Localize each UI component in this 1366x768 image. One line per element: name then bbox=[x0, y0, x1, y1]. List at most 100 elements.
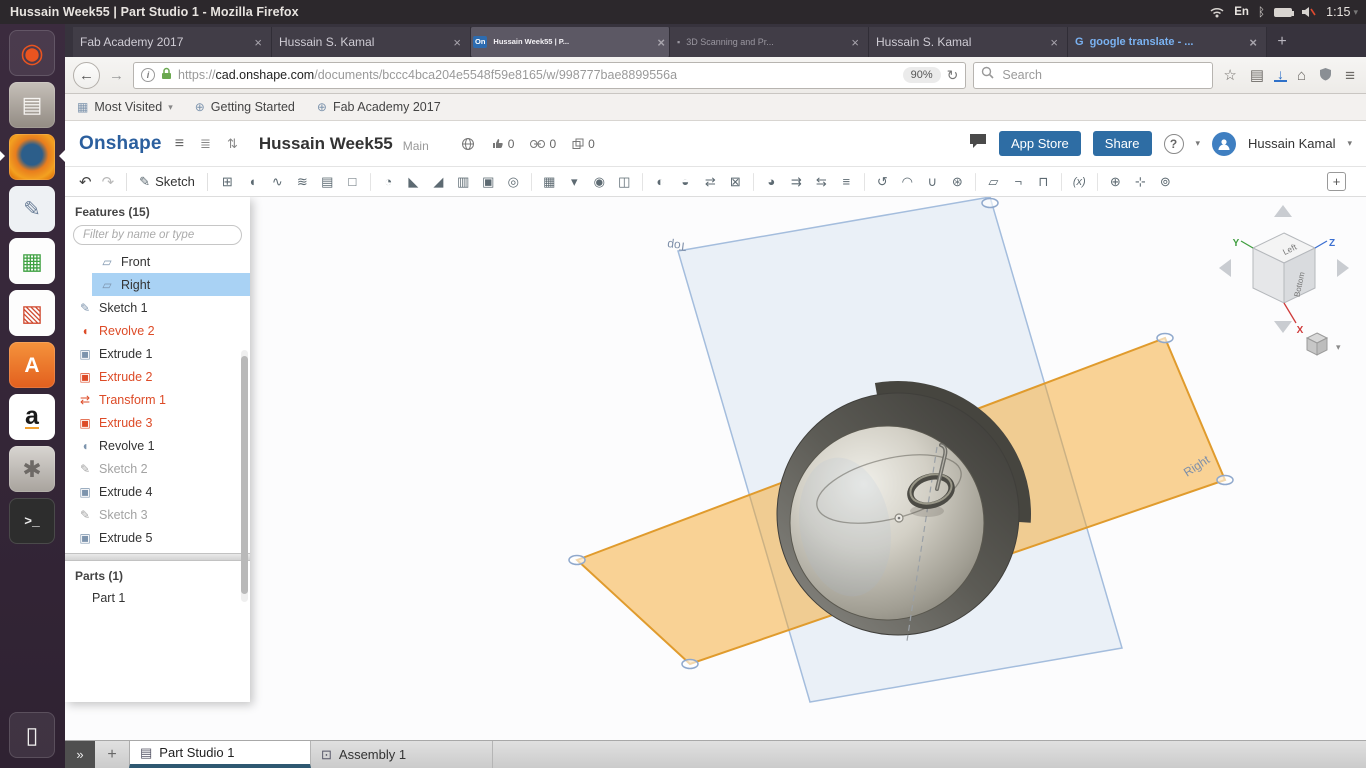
bluetooth-icon[interactable]: ᛒ bbox=[1258, 6, 1265, 18]
onshape-logo[interactable]: Onshape bbox=[79, 133, 162, 155]
battery-icon[interactable] bbox=[1274, 7, 1295, 17]
modify-fillet-icon[interactable]: ◕ bbox=[760, 171, 783, 193]
fillet-icon[interactable]: ◔ bbox=[377, 171, 400, 193]
measure-icon[interactable]: ⊹ bbox=[1129, 171, 1152, 193]
feature-item[interactable]: ▱ Right bbox=[65, 273, 250, 296]
url-bar[interactable]: i https://cad.onshape.com/documents/bccc… bbox=[133, 61, 967, 89]
document-title[interactable]: Hussain Week55 bbox=[259, 134, 393, 154]
draft-icon[interactable]: ◢ bbox=[427, 171, 450, 193]
clock[interactable]: 1:15 ▾ bbox=[1326, 5, 1358, 19]
feature-item[interactable]: ✎ Sketch 2 bbox=[65, 457, 250, 480]
trash-launcher-icon[interactable]: ▯ bbox=[9, 712, 55, 758]
feature-item[interactable]: ◖ Revolve 2 bbox=[65, 319, 250, 342]
home-icon[interactable]: ⌂ bbox=[1294, 68, 1309, 83]
boolean-icon[interactable]: ◐ bbox=[649, 171, 672, 193]
forward-button[interactable]: → bbox=[107, 67, 126, 84]
site-info-icon[interactable]: i bbox=[141, 68, 155, 82]
comments-icon[interactable] bbox=[969, 133, 987, 154]
browser-tab[interactable]: Hussain S. Kamal × bbox=[272, 27, 471, 57]
revolve-icon[interactable]: ◖ bbox=[241, 171, 264, 193]
panel-splitter[interactable] bbox=[65, 553, 250, 561]
undo-icon[interactable]: ↶ bbox=[75, 173, 96, 191]
firefox-launcher-icon[interactable] bbox=[0, 134, 65, 180]
studio-tab[interactable]: ▤ Part Studio 1 bbox=[129, 741, 311, 768]
feature-item[interactable]: ▣ Extrude 4 bbox=[65, 480, 250, 503]
bookmark-item[interactable]: ⊕ Fab Academy 2017 bbox=[317, 100, 441, 114]
https-lock-icon[interactable] bbox=[161, 67, 172, 83]
projected-curve-icon[interactable]: ◠ bbox=[896, 171, 919, 193]
wifi-icon[interactable] bbox=[1209, 6, 1225, 18]
help-button[interactable]: ? bbox=[1163, 133, 1184, 154]
app-store-button[interactable]: App Store bbox=[998, 131, 1081, 156]
feature-item[interactable]: ✎ Sketch 1 bbox=[65, 296, 250, 319]
enclose-icon[interactable]: □ bbox=[341, 171, 364, 193]
tab-close-icon[interactable]: × bbox=[1048, 35, 1060, 50]
mirror-icon[interactable]: ◫ bbox=[613, 171, 636, 193]
feature-item[interactable]: ▱ Front bbox=[65, 250, 250, 273]
sheet-metal-tab-icon[interactable]: ⊓ bbox=[1032, 171, 1055, 193]
browser-tab[interactable]: Hussain S. Kamal × bbox=[869, 27, 1068, 57]
pattern-dropdown-icon[interactable]: ▾ bbox=[563, 171, 586, 193]
search-box[interactable] bbox=[973, 61, 1214, 89]
user-avatar[interactable] bbox=[1212, 131, 1237, 156]
back-button[interactable]: ← bbox=[73, 61, 100, 89]
in-context-icon[interactable]: ⊕ bbox=[1104, 171, 1127, 193]
redo-icon[interactable]: ↷ bbox=[98, 173, 119, 191]
tab-close-icon[interactable]: × bbox=[655, 36, 667, 49]
helix-icon[interactable]: ↺ bbox=[871, 171, 894, 193]
likes-stat[interactable]: 0 bbox=[491, 137, 514, 151]
split-icon[interactable]: ◒ bbox=[674, 171, 697, 193]
workspace-label[interactable]: Main bbox=[403, 139, 429, 153]
browser-tab[interactable]: ▪ 3D Scanning and Pr... × bbox=[670, 27, 869, 57]
new-tab-button[interactable]: + bbox=[1267, 27, 1297, 57]
tab-list-button[interactable]: » bbox=[65, 741, 95, 768]
composite-curve-icon[interactable]: ⊛ bbox=[946, 171, 969, 193]
flange-icon[interactable]: ¬ bbox=[1007, 171, 1030, 193]
search-input[interactable] bbox=[1000, 67, 1206, 83]
extrude-icon[interactable]: ⊞ bbox=[216, 171, 239, 193]
text-editor-launcher-icon[interactable]: ✎ bbox=[9, 186, 55, 232]
delete-part-icon[interactable]: ⊠ bbox=[724, 171, 747, 193]
amazon-launcher-icon[interactable]: a bbox=[9, 394, 55, 440]
dash-home-launcher-icon[interactable]: ◉ bbox=[9, 30, 55, 76]
feature-item[interactable]: ▣ Extrude 3 bbox=[65, 411, 250, 434]
feature-item[interactable]: ▣ Extrude 1 bbox=[65, 342, 250, 365]
hole-icon[interactable]: ◎ bbox=[502, 171, 525, 193]
feature-item[interactable]: ▣ Extrude 5 bbox=[65, 526, 250, 549]
bookmark-item[interactable]: ⊕ Getting Started bbox=[195, 100, 295, 114]
user-menu[interactable]: Hussain Kamal bbox=[1248, 136, 1335, 151]
versions-icon[interactable]: ≣ bbox=[197, 136, 214, 152]
loft-icon[interactable]: ≋ bbox=[291, 171, 314, 193]
zoom-level-badge[interactable]: 90% bbox=[902, 67, 941, 83]
feature-item[interactable]: ▣ Extrude 2 bbox=[65, 365, 250, 388]
links-stat[interactable]: 0 bbox=[530, 137, 556, 151]
browser-tab[interactable]: Fab Academy 2017 × bbox=[73, 27, 272, 57]
libreoffice-calc-launcher-icon[interactable]: ▦ bbox=[9, 238, 55, 284]
thicken-icon[interactable]: ▤ bbox=[316, 171, 339, 193]
feature-item[interactable]: ✎ Sketch 3 bbox=[65, 503, 250, 526]
mass-properties-icon[interactable]: ⊚ bbox=[1154, 171, 1177, 193]
bridging-curve-icon[interactable]: ∪ bbox=[921, 171, 944, 193]
feature-filter-input[interactable] bbox=[73, 225, 242, 245]
chamfer-icon[interactable]: ◣ bbox=[402, 171, 425, 193]
bookmark-item[interactable]: ▦ Most Visited ▾ bbox=[77, 100, 173, 114]
system-settings-launcher-icon[interactable]: ✱ bbox=[9, 446, 55, 492]
offset-surface-icon[interactable]: ≡ bbox=[835, 171, 858, 193]
terminal-launcher-icon[interactable]: >_ bbox=[9, 498, 55, 544]
files-launcher-icon[interactable]: ▤ bbox=[9, 82, 55, 128]
share-button[interactable]: Share bbox=[1092, 131, 1152, 156]
feature-item[interactable]: ◖ Revolve 1 bbox=[65, 434, 250, 457]
menu-icon[interactable]: ≡ bbox=[1342, 67, 1358, 84]
tab-close-icon[interactable]: × bbox=[451, 35, 463, 50]
viewport-3d[interactable]: Top Right Left Bottom Y Z X ▾ bbox=[65, 197, 1366, 740]
tab-close-icon[interactable]: × bbox=[252, 35, 264, 50]
keyboard-layout-indicator[interactable]: En bbox=[1234, 6, 1249, 18]
document-menu-icon[interactable]: ≡ bbox=[172, 135, 187, 153]
toolbar-customize-icon[interactable]: + bbox=[1327, 172, 1346, 191]
tab-close-icon[interactable]: × bbox=[1247, 36, 1259, 49]
feature-item[interactable]: ⇄ Transform 1 bbox=[65, 388, 250, 411]
tab-close-icon[interactable]: × bbox=[849, 36, 861, 49]
part-list-item[interactable]: Part 1 bbox=[65, 586, 250, 609]
variable-icon[interactable]: (x) bbox=[1068, 171, 1091, 193]
volume-muted-icon[interactable] bbox=[1301, 6, 1317, 18]
